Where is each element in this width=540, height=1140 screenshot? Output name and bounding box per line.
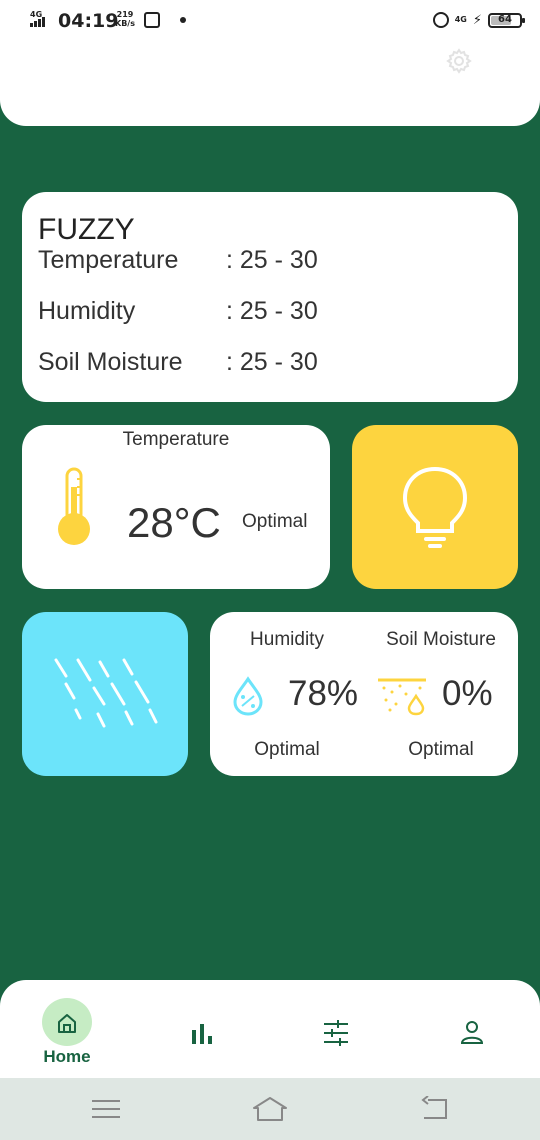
alarm-icon xyxy=(432,12,449,28)
mobile-data-label: 4G xyxy=(454,15,467,24)
speed-value: 219 xyxy=(116,10,134,19)
network-type: 4G xyxy=(30,10,43,19)
settings-gear-icon[interactable] xyxy=(446,48,472,74)
battery-icon: 64 xyxy=(488,12,525,28)
charging-icon: ⚡ xyxy=(472,12,482,28)
fuzzy-card: FUZZY Temperature : 25 - 30 Humidity : 2… xyxy=(22,192,518,402)
lightbulb-icon xyxy=(402,466,468,548)
temperature-value: 28°C xyxy=(127,499,221,546)
header-panel: 4G 04:19 219 KB/s 4G ⚡ 64 xyxy=(0,0,540,126)
humidity-soil-card[interactable]: Humidity 78% Optimal Soil Moisture 0% Op… xyxy=(210,612,518,776)
menu-icon[interactable] xyxy=(92,1098,120,1120)
bottom-nav: Home xyxy=(0,980,540,1078)
thermometer-icon xyxy=(58,467,90,545)
nav-settings[interactable] xyxy=(296,998,376,1068)
system-nav-bar xyxy=(0,1078,540,1140)
fuzzy-row-humidity: Humidity : 25 - 30 xyxy=(38,297,502,348)
network-speed: 219 KB/s xyxy=(115,10,135,28)
temperature-heading: Temperature xyxy=(122,429,230,450)
soil-moisture-status: Optimal xyxy=(408,739,474,760)
profile-icon xyxy=(460,1021,484,1044)
humidity-value: 78% xyxy=(288,674,359,713)
watering-toggle-button[interactable] xyxy=(22,612,188,776)
fuzzy-row-temperature: Temperature : 25 - 30 xyxy=(38,246,502,297)
soil-moisture-section: Soil Moisture 0% Optimal xyxy=(364,612,518,776)
back-icon[interactable] xyxy=(420,1096,450,1122)
temperature-status: Optimal xyxy=(242,511,308,532)
fuzzy-row-soil-moisture: Soil Moisture : 25 - 30 xyxy=(38,348,502,399)
fuzzy-value: : 25 - 30 xyxy=(226,297,318,325)
light-toggle-button[interactable] xyxy=(352,425,518,589)
app-notification-icon xyxy=(144,12,160,28)
humidity-status: Optimal xyxy=(254,739,320,760)
sliders-icon xyxy=(324,1020,348,1046)
battery-level: 64 xyxy=(498,13,512,25)
signal-icon: 4G xyxy=(29,10,49,29)
soil-moisture-value: 0% xyxy=(442,674,493,713)
humidity-heading: Humidity xyxy=(250,629,324,650)
soil-moisture-heading: Soil Moisture xyxy=(386,629,496,650)
humidity-drop-icon xyxy=(233,676,263,716)
soil-moisture-icon xyxy=(378,678,426,716)
home-icon xyxy=(58,1014,76,1033)
fuzzy-value: : 25 - 30 xyxy=(226,348,318,376)
temperature-card[interactable]: Temperature 28°C Optimal xyxy=(22,425,330,589)
notification-dot-icon xyxy=(180,17,186,23)
fuzzy-value: : 25 - 30 xyxy=(226,246,318,274)
nav-home[interactable]: Home xyxy=(22,998,102,1068)
rain-icon xyxy=(54,658,158,728)
speed-unit: KB/s xyxy=(115,19,135,28)
clock: 04:19 xyxy=(58,10,119,32)
home-outline-icon[interactable] xyxy=(252,1096,288,1122)
nav-home-label: Home xyxy=(43,1047,91,1066)
fuzzy-label: Temperature xyxy=(38,246,179,274)
status-right: 4G ⚡ 64 xyxy=(432,10,525,30)
status-bar: 4G 04:19 219 KB/s 4G ⚡ 64 xyxy=(0,0,540,42)
fuzzy-title: FUZZY xyxy=(38,213,135,246)
nav-statistics[interactable] xyxy=(162,998,242,1068)
nav-profile[interactable] xyxy=(432,998,512,1068)
chart-icon xyxy=(192,1024,212,1044)
fuzzy-label: Humidity xyxy=(38,297,136,325)
fuzzy-label: Soil Moisture xyxy=(38,348,183,376)
humidity-section: Humidity 78% Optimal xyxy=(210,612,364,776)
